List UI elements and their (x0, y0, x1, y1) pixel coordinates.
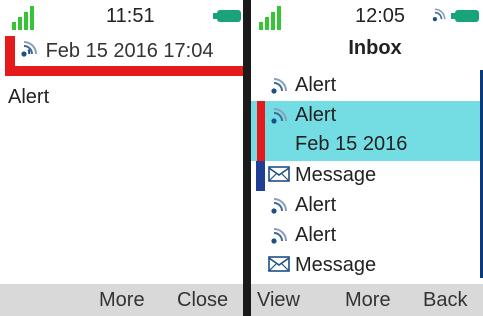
list-item-label: Alert (295, 104, 337, 126)
view-softkey[interactable]: View (257, 289, 300, 312)
alert-detail-screen: 11:51 Feb 15 2016 17:04 Alert More Close (0, 0, 243, 316)
status-time: 11:51 (106, 5, 155, 27)
list-item[interactable]: Message (251, 161, 480, 191)
signal-icon (12, 4, 40, 30)
list-item[interactable]: Message (251, 251, 480, 281)
status-bar: 12:05 (251, 0, 483, 32)
list-item-label: Alert (295, 194, 337, 216)
list-item-label: Message (295, 164, 377, 186)
list-item[interactable]: Alert (251, 71, 480, 101)
close-softkey[interactable]: Close (177, 289, 228, 312)
signal-icon (259, 4, 287, 30)
status-time: 12:05 (355, 5, 406, 27)
more-softkey[interactable]: More (99, 289, 145, 312)
list-item[interactable]: Alert (251, 221, 480, 251)
alarm-marker (257, 101, 265, 161)
detail-timestamp: Feb 15 2016 17:04 (45, 40, 214, 62)
back-softkey[interactable]: Back (423, 289, 467, 312)
softkey-bar: View More Back (251, 284, 483, 316)
battery-icon (451, 10, 479, 22)
alert-indicator-icon (432, 8, 446, 22)
mail-icon (268, 256, 290, 272)
list-item-selected[interactable]: Alert Feb 15 2016 (251, 101, 480, 161)
detail-title: Feb 15 2016 17:04 (18, 38, 213, 63)
inbox-list: Alert Alert Feb 15 2016 Message Alert Al… (251, 71, 480, 281)
list-item-date: Feb 15 2016 (295, 133, 408, 155)
battery-icon (213, 10, 241, 22)
more-softkey[interactable]: More (345, 289, 391, 312)
list-item[interactable]: Alert (251, 191, 480, 221)
alert-icon (271, 108, 287, 124)
softkey-bar: More Close (0, 284, 243, 316)
mail-icon (268, 166, 290, 182)
alert-icon (271, 228, 287, 244)
alarm-marker-horizontal (5, 66, 243, 76)
page-title: Inbox (348, 37, 402, 59)
unread-marker (256, 161, 265, 191)
status-bar: 11:51 (0, 0, 243, 32)
alert-icon (271, 78, 287, 94)
list-item-label: Alert (295, 224, 337, 246)
list-item-label: Message (295, 254, 377, 276)
screen-divider (243, 0, 251, 316)
detail-message: Alert (8, 86, 50, 108)
alert-icon (271, 198, 287, 214)
inbox-screen: 12:05 Inbox Alert Alert Feb 15 2016 Mess… (251, 0, 483, 316)
list-item-label: Alert (295, 74, 337, 96)
detail-header: Feb 15 2016 17:04 (0, 36, 243, 76)
alert-icon (21, 41, 37, 57)
